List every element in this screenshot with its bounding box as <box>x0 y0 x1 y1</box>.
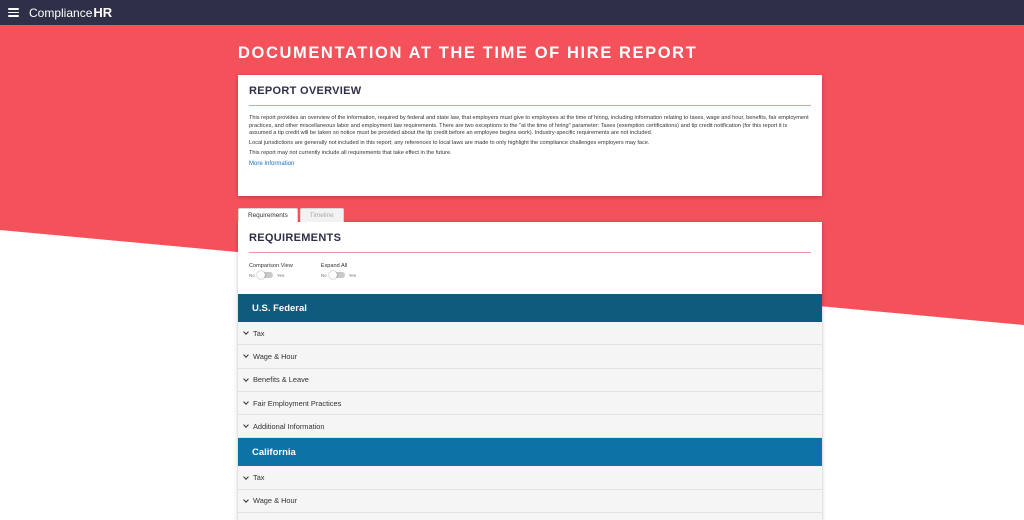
toggle-on-label: Yes <box>348 272 357 278</box>
chevron-down-icon <box>243 399 249 405</box>
row-label: Additional Information <box>253 421 325 431</box>
top-navbar: Compliance HR <box>0 0 1024 25</box>
chevron-down-icon <box>243 422 249 429</box>
expand-all-toggle[interactable]: No Yes <box>320 270 357 279</box>
toggle-off-label: No <box>320 272 327 278</box>
toggle-knob <box>328 270 337 279</box>
requirement-row-wage-hour[interactable]: Wage & Hour <box>238 345 822 369</box>
row-label: Tax <box>253 473 265 483</box>
toggle-knob <box>256 270 265 279</box>
toggle-switch[interactable] <box>328 270 345 279</box>
toggle-label: Expand All <box>320 263 348 269</box>
report-tabs: Requirements Timeline <box>238 208 346 222</box>
requirements-card: REQUIREMENTS Comparison View No Yes Expa… <box>238 222 822 520</box>
chevron-down-icon <box>243 497 249 503</box>
comparison-view-toggle[interactable]: No Yes <box>249 270 293 279</box>
row-label: Tax <box>253 328 265 338</box>
heading-divider <box>249 105 811 106</box>
toggle-off-label: No <box>249 272 255 278</box>
section-header-california[interactable]: California <box>238 438 822 467</box>
view-toggles: Comparison View No Yes Expand All No Yes <box>249 263 811 279</box>
requirement-row-additional-info[interactable]: Additional Information <box>238 415 822 439</box>
requirement-row-tax[interactable]: Tax <box>238 322 822 346</box>
app-logo[interactable]: Compliance HR <box>29 5 112 20</box>
requirements-heading: REQUIREMENTS <box>249 232 342 244</box>
report-overview-card: REPORT OVERVIEW This report provides an … <box>238 75 822 196</box>
row-label: Wage & Hour <box>253 496 298 506</box>
menu-icon[interactable] <box>8 8 19 17</box>
tab-requirements[interactable]: Requirements <box>238 208 298 222</box>
overview-text: This report provides an overview of the … <box>249 115 811 169</box>
overview-heading: REPORT OVERVIEW <box>249 85 362 97</box>
overview-paragraph: This report provides an overview of the … <box>249 115 809 137</box>
requirement-row-fair-employment[interactable]: Fair Employment Practices <box>238 391 822 416</box>
tab-timeline[interactable]: Timeline <box>299 208 344 222</box>
heading-divider <box>249 252 811 253</box>
requirement-row-partial[interactable] <box>238 513 822 520</box>
section-header-us-federal[interactable]: U.S. Federal <box>238 294 822 322</box>
chevron-down-icon <box>243 329 249 335</box>
logo-prefix: Compliance <box>29 6 93 20</box>
comparison-view-toggle-group: Comparison View No Yes <box>249 263 293 279</box>
requirement-row-benefits-leave[interactable]: Benefits & Leave <box>238 368 822 392</box>
chevron-down-icon <box>243 352 249 359</box>
row-label: Fair Employment Practices <box>253 398 342 408</box>
chevron-down-icon <box>243 375 249 382</box>
expand-all-toggle-group: Expand All No Yes <box>320 263 357 279</box>
requirement-row-wage-hour[interactable]: Wage & Hour <box>238 489 822 514</box>
toggle-switch[interactable] <box>256 270 273 279</box>
more-information-link[interactable]: More Information <box>249 161 294 169</box>
overview-paragraph: This report may not currently include al… <box>249 150 452 157</box>
row-label: Wage & Hour <box>253 351 298 361</box>
toggle-on-label: Yes <box>276 272 285 278</box>
chevron-down-icon <box>243 473 249 480</box>
overview-paragraph: Local jurisdictions are generally not in… <box>249 140 650 147</box>
page-title: DOCUMENTATION AT THE TIME OF HIRE REPORT <box>238 44 698 62</box>
row-label: Benefits & Leave <box>253 375 309 385</box>
requirement-row-tax[interactable]: Tax <box>238 466 822 490</box>
logo-suffix: HR <box>93 5 113 20</box>
toggle-label: Comparison View <box>249 263 293 269</box>
requirements-header: REQUIREMENTS Comparison View No Yes Expa… <box>238 222 822 294</box>
